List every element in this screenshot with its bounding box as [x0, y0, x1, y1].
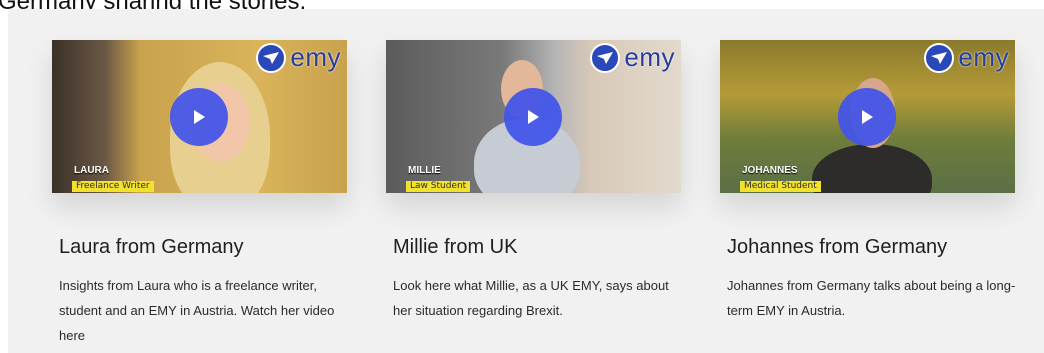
nameplate-role: Medical Student: [740, 181, 821, 192]
emy-logo: emy: [590, 42, 675, 73]
play-button[interactable]: [838, 88, 896, 146]
nameplate-role: Freelance Writer: [72, 181, 154, 192]
play-button[interactable]: [504, 88, 562, 146]
emy-logo-icon: [924, 42, 955, 73]
nameplate-name: JOHANNES: [742, 165, 798, 176]
video-thumbnail[interactable]: emy LAURA Freelance Writer: [52, 40, 347, 193]
card-title: Millie from UK: [393, 236, 518, 258]
video-thumbnail[interactable]: emy JOHANNES Medical Student: [720, 40, 1015, 193]
video-nameplate: MILLIE Law Student: [406, 165, 471, 192]
video-nameplate: LAURA Freelance Writer: [72, 166, 154, 192]
card-title: Johannes from Germany: [727, 236, 948, 258]
play-icon: [862, 110, 873, 124]
page: Germany sharing the stories. emy LAURA F…: [0, 0, 1044, 353]
video-card-millie: emy MILLIE Law Student Millie from UK Lo…: [386, 40, 682, 323]
video-card-johannes: emy JOHANNES Medical Student Johannes fr…: [720, 40, 1016, 323]
play-button[interactable]: [170, 88, 228, 146]
emy-logo-text: emy: [290, 42, 341, 72]
emy-logo-icon: [590, 42, 621, 73]
card-description: Look here what Millie, as a UK EMY, says…: [393, 278, 669, 318]
testimonials-panel: emy LAURA Freelance Writer Laura from Ge…: [8, 9, 1044, 353]
card-description: Insights from Laura who is a freelance w…: [59, 278, 335, 343]
nameplate-role: Law Student: [406, 181, 471, 192]
video-nameplate: JOHANNES Medical Student: [740, 166, 821, 192]
emy-logo-icon: [256, 42, 287, 73]
card-title: Laura from Germany: [59, 236, 244, 258]
nameplate-name: LAURA: [74, 165, 109, 176]
play-icon: [528, 110, 539, 124]
emy-logo-text: emy: [958, 42, 1009, 72]
emy-logo: emy: [924, 42, 1009, 73]
emy-logo-text: emy: [624, 42, 675, 72]
video-card-laura: emy LAURA Freelance Writer Laura from Ge…: [52, 40, 348, 348]
play-icon: [194, 110, 205, 124]
emy-logo: emy: [256, 42, 341, 73]
nameplate-name: MILLIE: [408, 165, 441, 176]
video-thumbnail[interactable]: emy MILLIE Law Student: [386, 40, 681, 193]
card-description: Johannes from Germany talks about being …: [727, 278, 1016, 318]
